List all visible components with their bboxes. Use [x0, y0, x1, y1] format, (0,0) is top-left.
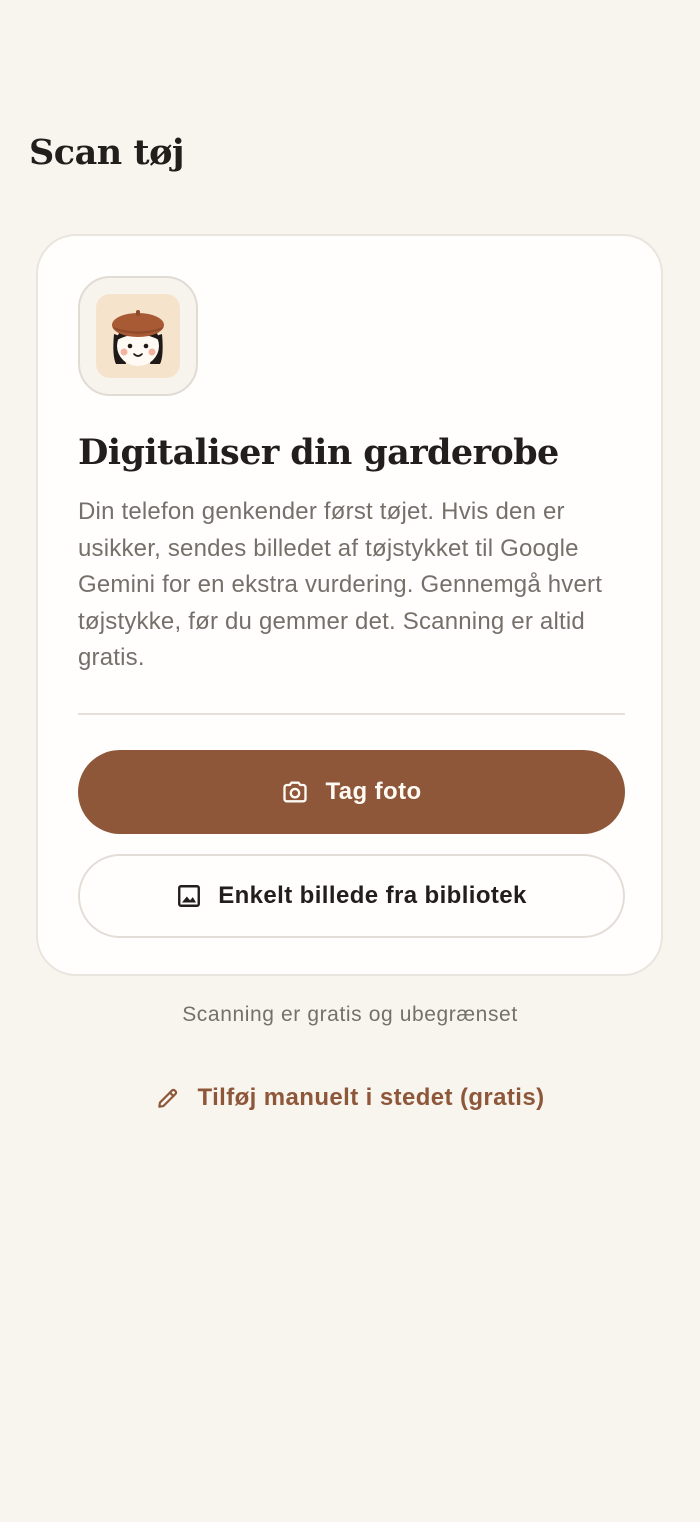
camera-icon: [283, 781, 308, 803]
add-manually-label: Tilføj manuelt i stedet (gratis): [197, 1084, 545, 1111]
image-icon: [178, 885, 201, 907]
take-photo-button[interactable]: Tag foto: [78, 750, 625, 834]
card-title: Digitaliser din garderobe: [78, 432, 559, 473]
pencil-icon: [158, 1088, 178, 1108]
pick-from-library-label: Enkelt billede fra bibliotek: [218, 882, 527, 909]
card-description: Din telefon genkender først tøjet. Hvis …: [78, 498, 603, 672]
take-photo-label: Tag foto: [325, 778, 422, 805]
avatar: [78, 276, 198, 396]
scanning-free-note: Scanning er gratis og ubegrænset: [182, 1003, 518, 1026]
pick-from-library-button[interactable]: Enkelt billede fra bibliotek: [78, 854, 625, 938]
page-title: Scan tøj: [29, 132, 185, 173]
add-manually-link[interactable]: Tilføj manuelt i stedet (gratis): [140, 1078, 560, 1118]
divider: [78, 713, 625, 715]
girl-with-beret-avatar-icon: [96, 294, 180, 378]
scan-card: Digitaliser din garderobe Din telefon ge…: [36, 234, 663, 976]
